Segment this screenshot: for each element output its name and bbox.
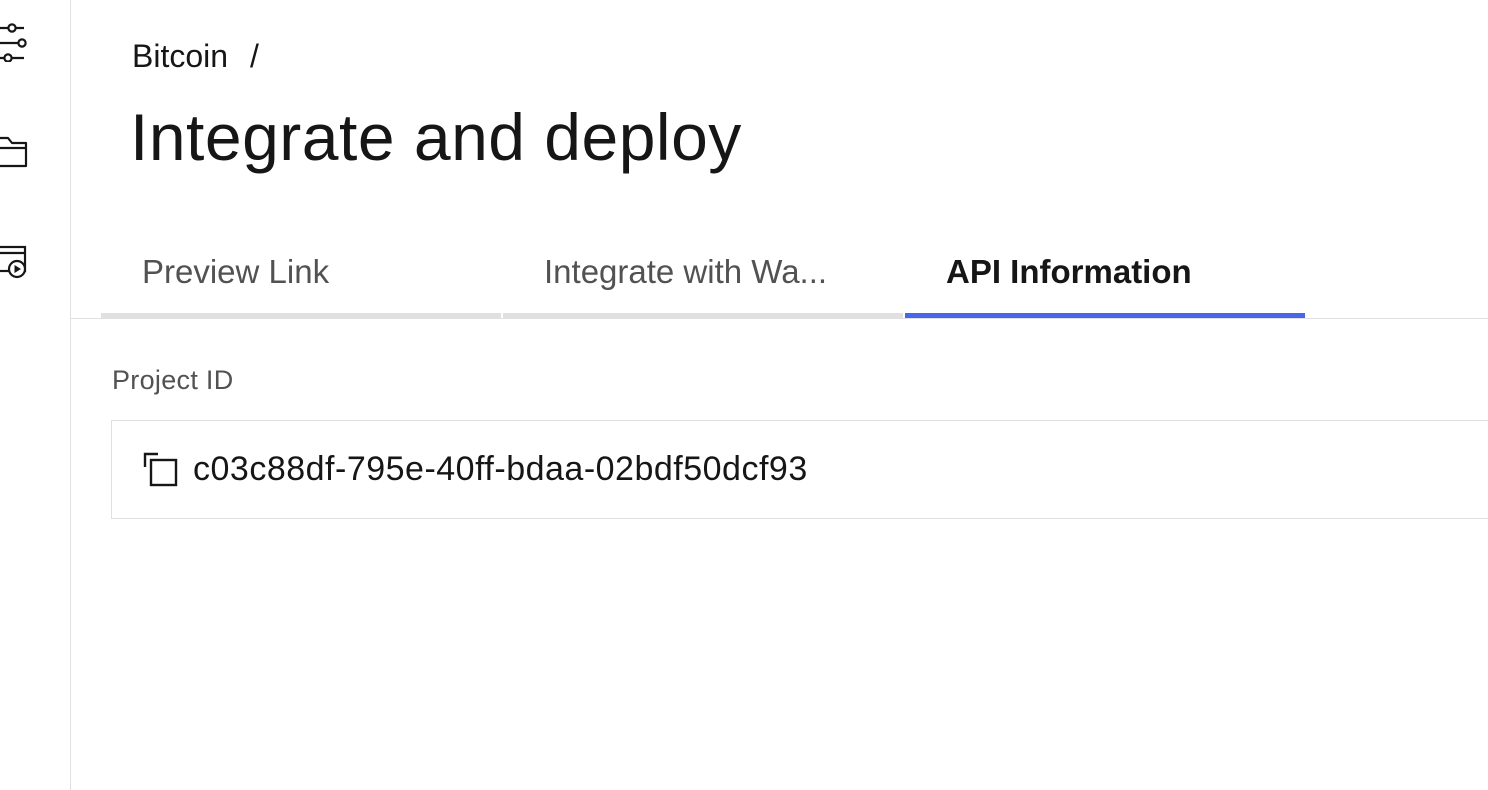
breadcrumb-separator: / <box>250 38 259 74</box>
sidebar <box>0 0 71 790</box>
copy-icon[interactable] <box>142 451 182 491</box>
settings-sliders-icon[interactable] <box>0 18 30 62</box>
tab-label: Preview Link <box>142 253 330 290</box>
project-id-field: c03c88df-795e-40ff-bdaa-02bdf50dcf93 <box>111 420 1488 519</box>
tab-api-information[interactable]: API Information <box>905 232 1305 318</box>
breadcrumb-project-link[interactable]: Bitcoin <box>132 36 228 76</box>
project-id-value: c03c88df-795e-40ff-bdaa-02bdf50dcf93 <box>193 450 808 488</box>
tab-preview-link[interactable]: Preview Link <box>101 232 501 318</box>
tab-label: API Information <box>946 253 1192 290</box>
page-title: Integrate and deploy <box>130 100 742 174</box>
tab-integrate-with-watson[interactable]: Integrate with Wa... <box>503 232 903 318</box>
tabs-divider <box>71 318 1488 319</box>
breadcrumb: Bitcoin / <box>132 36 259 76</box>
tab-list: Preview Link Integrate with Wa... API In… <box>101 232 1307 318</box>
tab-label: Integrate with Wa... <box>544 253 828 290</box>
deploy-icon[interactable] <box>0 242 30 282</box>
project-id-label: Project ID <box>112 365 234 395</box>
main-content: Bitcoin / Integrate and deploy Preview L… <box>71 0 1488 790</box>
folder-icon[interactable] <box>0 132 30 172</box>
